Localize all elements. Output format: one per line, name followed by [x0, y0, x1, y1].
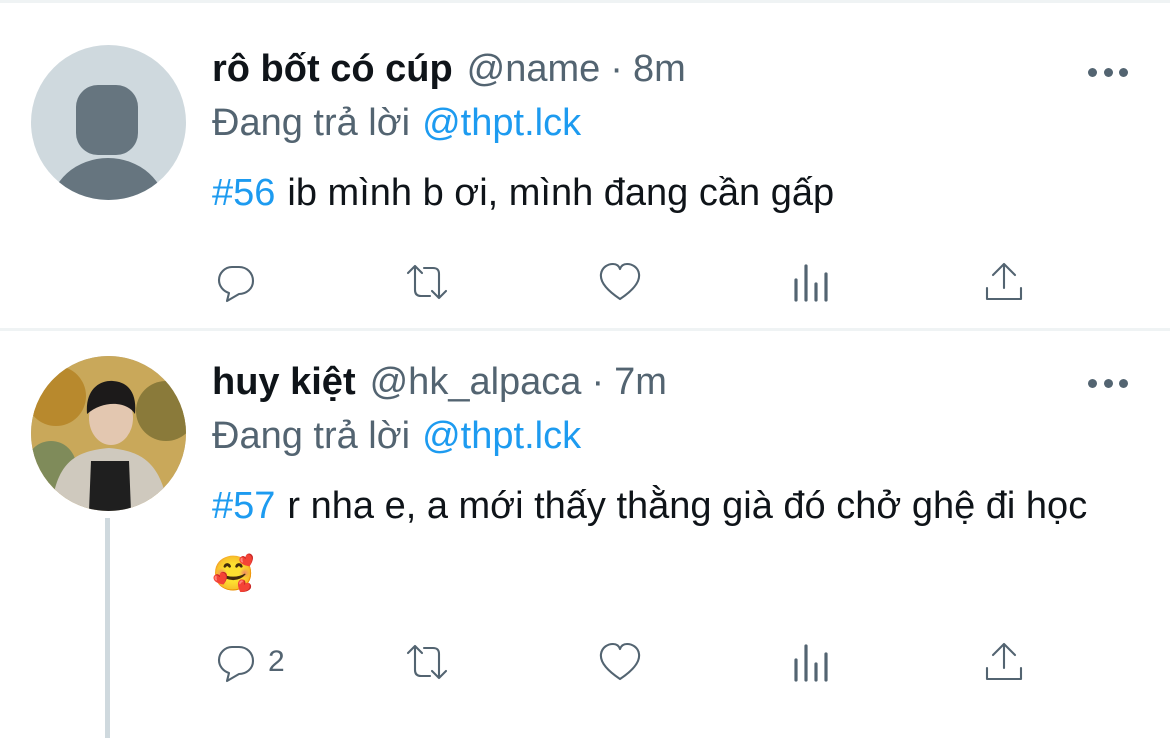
timestamp[interactable]: 7m [614, 361, 667, 404]
views-button[interactable] [788, 637, 836, 687]
action-bar [0, 257, 1170, 307]
reply-button[interactable] [212, 257, 268, 307]
mention-link[interactable]: @thpt.lck [422, 102, 581, 144]
more-icon[interactable] [1088, 373, 1128, 393]
reply-icon [217, 645, 255, 683]
views-icon [794, 644, 828, 682]
reply-count: 2 [268, 645, 285, 678]
tweet-reply-1[interactable]: rô bốt có cúp @name · 8m Đang trả lời @th… [0, 0, 1170, 328]
user-handle[interactable]: @name [467, 48, 601, 91]
replying-to: Đang trả lời @thpt.lck [212, 102, 581, 148]
share-button[interactable] [980, 257, 1028, 307]
user-handle[interactable]: @hk_alpaca [370, 361, 582, 404]
tweet-header: huy kiệt @hk_alpaca · 7m [212, 361, 667, 411]
separator-dot: · [591, 361, 605, 403]
reply-icon [217, 265, 255, 303]
tweet-header: rô bốt có cúp @name · 8m [212, 48, 686, 98]
like-icon [599, 262, 641, 301]
tweet-body: ib mình b ơi, mình đang cần gấp [287, 172, 835, 214]
smiling-face-with-hearts-emoji: 🥰 [212, 555, 255, 593]
avatar[interactable] [31, 45, 186, 200]
mention-link[interactable]: @thpt.lck [422, 415, 581, 457]
like-button[interactable] [596, 257, 644, 307]
profile-photo-icon [31, 356, 186, 511]
thread-line [105, 518, 110, 738]
avatar[interactable] [31, 356, 186, 511]
share-icon [985, 642, 1023, 681]
views-button[interactable] [788, 257, 836, 307]
action-bar: 2 [0, 637, 1170, 687]
tweet-text: #56 ib mình b ơi, mình đang cần gấp [212, 160, 1112, 227]
like-icon [599, 642, 641, 681]
hashtag-link[interactable]: #57 [212, 485, 275, 527]
retweet-button[interactable] [403, 257, 451, 307]
display-name[interactable]: huy kiệt [212, 361, 356, 404]
like-button[interactable] [596, 637, 644, 687]
tweet-text: #57 r nha e, a mới thấy thằng già đó chở … [212, 473, 1112, 608]
display-name[interactable]: rô bốt có cúp [212, 48, 453, 91]
more-icon[interactable] [1088, 62, 1128, 82]
retweet-button[interactable] [403, 637, 451, 687]
timestamp[interactable]: 8m [633, 48, 686, 91]
share-icon [985, 262, 1023, 301]
replying-to-label: Đang trả lời [212, 415, 411, 457]
default-avatar-icon [51, 85, 165, 200]
retweet-icon [406, 264, 448, 300]
tweet-reply-2[interactable]: huy kiệt @hk_alpaca · 7m Đang trả lời @th… [0, 331, 1170, 738]
separator-dot: · [610, 48, 623, 90]
retweet-icon [406, 644, 448, 680]
share-button[interactable] [980, 637, 1028, 687]
hashtag-link[interactable]: #56 [212, 172, 275, 214]
tweet-body: r nha e, a mới thấy thằng già đó chở ghệ… [287, 485, 1088, 527]
reply-button[interactable]: 2 [212, 637, 285, 687]
views-icon [794, 264, 828, 302]
replying-to: Đang trả lời @thpt.lck [212, 415, 581, 461]
replying-to-label: Đang trả lời [212, 102, 411, 144]
